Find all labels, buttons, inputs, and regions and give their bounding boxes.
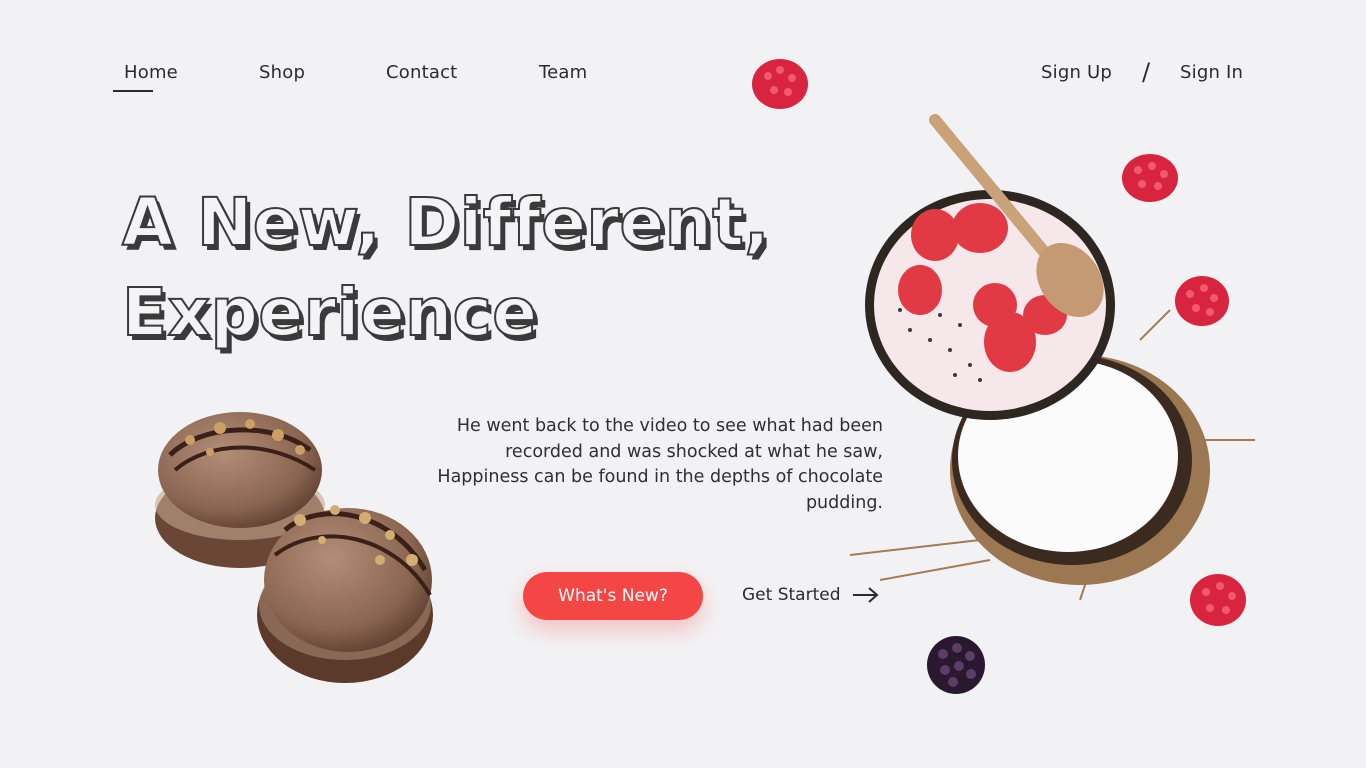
- raspberry-image-right-2: [1175, 276, 1229, 326]
- nav-active-underline: [113, 90, 153, 92]
- raspberry-image-top: [752, 59, 808, 109]
- nav-shop-link[interactable]: Shop: [259, 62, 305, 83]
- nav-contact-link[interactable]: Contact: [386, 62, 457, 83]
- blackberry-image: [927, 636, 985, 694]
- hero-description: He went back to the video to see what ha…: [437, 416, 883, 513]
- nav-home-link[interactable]: Home: [124, 62, 178, 83]
- get-started-label: Get Started: [742, 585, 841, 605]
- macarons-image: [155, 412, 433, 683]
- hero-title: A New, Different, Experience: [121, 178, 770, 358]
- sign-in-link[interactable]: Sign In: [1180, 62, 1243, 83]
- raspberry-image-right-1: [1122, 154, 1178, 202]
- coconut-smoothie-bowl-image: [849, 114, 1255, 601]
- hero-title-line-1: A New, Different,: [121, 183, 770, 262]
- whats-new-button[interactable]: What's New?: [523, 572, 703, 620]
- top-navigation: Home Shop Contact Team Sign Up / Sign In: [0, 58, 1366, 102]
- raspberry-image-bottom-right: [1190, 574, 1246, 626]
- hero-title-line-2: Experience: [121, 273, 538, 352]
- auth-separator: /: [1142, 58, 1151, 86]
- sign-up-link[interactable]: Sign Up: [1041, 62, 1112, 83]
- nav-team-link[interactable]: Team: [539, 62, 587, 83]
